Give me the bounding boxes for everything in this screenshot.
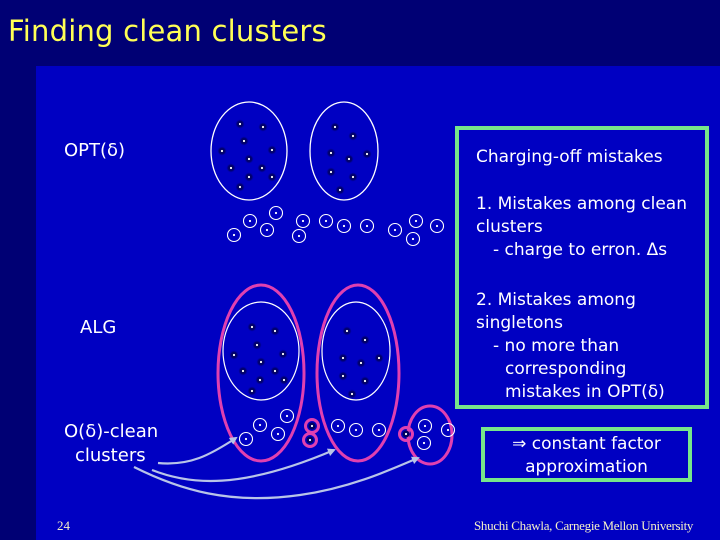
alg-singletons xyxy=(238,408,456,451)
alg-singleton xyxy=(285,414,289,418)
charging-heading: Charging-off mistakes xyxy=(476,147,663,167)
alg-point xyxy=(341,356,345,360)
charging-off-box: Charging-off mistakes 1. Mistakes among … xyxy=(455,126,709,409)
alg-inner-clean-2 xyxy=(321,301,391,401)
alg-point xyxy=(258,378,262,382)
item2-line5: mistakes in OPT(δ) xyxy=(505,382,665,402)
opt-singleton xyxy=(232,233,236,237)
opt-point xyxy=(329,170,333,174)
item1-line2: clusters xyxy=(476,217,543,237)
alg-singleton xyxy=(310,424,314,428)
alg-cluster-3 xyxy=(406,404,454,466)
alg-point xyxy=(377,356,381,360)
opt-singleton xyxy=(248,219,252,223)
alg-singleton xyxy=(423,424,427,428)
author-credit: Shuchi Chawla, Carnegie Mellon Universit… xyxy=(474,518,694,533)
page-number: 24 xyxy=(57,518,70,533)
alg-point xyxy=(281,352,285,356)
alg-point xyxy=(241,369,245,373)
alg-point xyxy=(363,379,367,383)
item2-line1: 2. Mistakes among xyxy=(476,290,636,310)
opt-point xyxy=(242,139,246,143)
alg-singleton xyxy=(377,428,381,432)
opt-point xyxy=(351,134,355,138)
alg-point xyxy=(250,325,254,329)
arrows xyxy=(133,436,420,500)
item1-line3: - charge to erron. Δs xyxy=(493,240,668,260)
alg-singleton xyxy=(244,437,248,441)
alg-singleton xyxy=(308,438,312,442)
conclusion-line2: approximation xyxy=(525,457,648,477)
opt-singleton xyxy=(414,219,418,223)
opt-point xyxy=(365,152,369,156)
opt-singleton xyxy=(265,228,269,232)
alg-singleton xyxy=(446,428,450,432)
alg-singleton xyxy=(258,423,262,427)
opt-point xyxy=(260,166,264,170)
arrow-to-cluster-1 xyxy=(157,436,238,465)
alg-point xyxy=(350,392,354,396)
alg-point xyxy=(345,329,349,333)
opt-point xyxy=(229,166,233,170)
item2-line4: corresponding xyxy=(505,359,627,379)
alg-point xyxy=(341,374,345,378)
alg-point xyxy=(250,389,254,393)
opt-point xyxy=(347,157,351,161)
opt-point xyxy=(270,148,274,152)
alg-point xyxy=(282,378,286,382)
opt-point xyxy=(329,151,333,155)
alg-point xyxy=(273,369,277,373)
opt-point xyxy=(220,149,224,153)
conclusion-box: ⇒ constant factor approximation xyxy=(481,427,692,482)
opt-point xyxy=(333,125,337,129)
opt-point xyxy=(238,122,242,126)
opt-singleton xyxy=(435,224,439,228)
opt-singleton xyxy=(274,211,278,215)
item2-line3: - no more than xyxy=(493,336,620,356)
alg-point xyxy=(359,361,363,365)
opt-point xyxy=(270,175,274,179)
opt-singletons xyxy=(226,205,445,247)
item2-line2: singletons xyxy=(476,313,564,333)
opt-singleton xyxy=(297,234,301,238)
alg-singleton xyxy=(354,428,358,432)
alg-singleton xyxy=(276,432,280,436)
opt-singleton xyxy=(301,219,305,223)
alg-point xyxy=(255,343,259,347)
conclusion-line1: ⇒ constant factor xyxy=(512,434,661,454)
alg-cluster-points xyxy=(229,322,384,399)
opt-point xyxy=(247,175,251,179)
item1-line1: 1. Mistakes among clean xyxy=(476,194,687,214)
alg-point xyxy=(232,353,236,357)
opt-cluster-points xyxy=(217,119,372,195)
alg-point xyxy=(259,360,263,364)
alg-point xyxy=(273,329,277,333)
opt-point xyxy=(247,157,251,161)
opt-singleton xyxy=(365,224,369,228)
alg-singleton xyxy=(422,441,426,445)
opt-point xyxy=(261,125,265,129)
opt-point xyxy=(351,175,355,179)
alg-singleton xyxy=(404,432,408,436)
opt-point xyxy=(338,188,342,192)
alg-cluster-1 xyxy=(216,283,306,463)
opt-singleton xyxy=(393,228,397,232)
opt-point xyxy=(238,185,242,189)
alg-singleton xyxy=(336,424,340,428)
alg-point xyxy=(363,338,367,342)
alg-clusters xyxy=(216,283,454,466)
opt-singleton xyxy=(342,224,346,228)
opt-singleton xyxy=(324,219,328,223)
opt-singleton xyxy=(411,237,415,241)
